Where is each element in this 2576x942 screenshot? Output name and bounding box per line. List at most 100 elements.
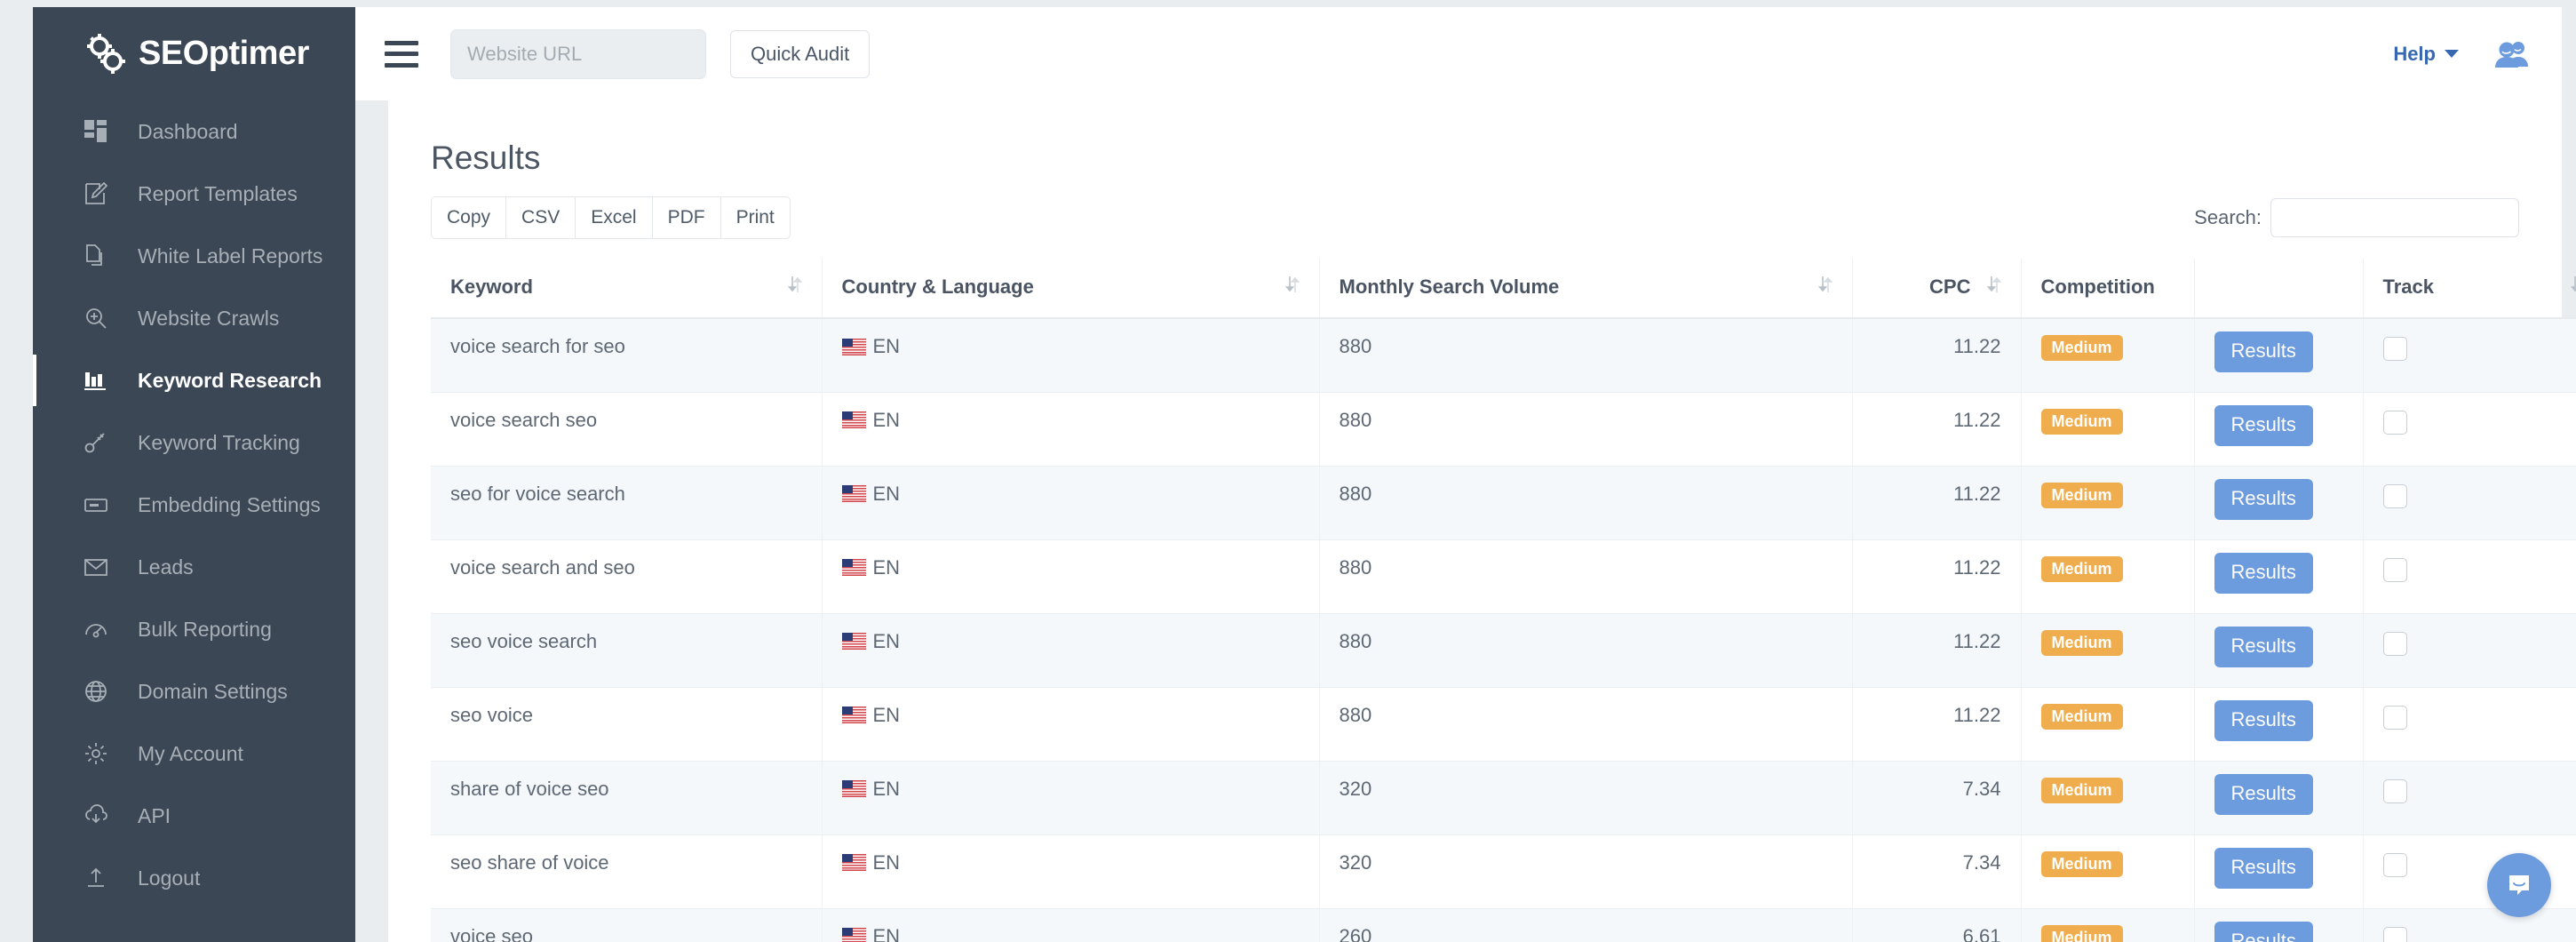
sidebar-item-leads[interactable]: Leads (33, 536, 355, 598)
sidebar-item-white-label-reports[interactable]: White Label Reports (33, 225, 355, 287)
sidebar-item-label: My Account (138, 742, 243, 766)
intercom-chat-icon[interactable] (2487, 853, 2551, 917)
cell-track (2363, 908, 2576, 942)
row-results-button[interactable]: Results (2214, 553, 2313, 594)
row-results-button[interactable]: Results (2214, 405, 2313, 446)
search-input[interactable] (2270, 198, 2519, 237)
track-checkbox[interactable] (2383, 558, 2407, 582)
table-row: seo share of voiceEN3207.34MediumResults (431, 834, 2576, 908)
status-badge: Medium (2041, 630, 2123, 656)
column-header-track[interactable]: Track (2363, 259, 2576, 318)
row-results-button[interactable]: Results (2214, 700, 2313, 741)
sidebar-item-report-templates[interactable]: Report Templates (33, 163, 355, 225)
cell-competition: Medium (2021, 908, 2194, 942)
cell-monthly-search-volume: 880 (1319, 318, 1852, 392)
brand-logo[interactable]: SEOptimer (33, 7, 355, 100)
row-results-button[interactable]: Results (2214, 848, 2313, 889)
track-checkbox[interactable] (2383, 853, 2407, 877)
quick-audit-button[interactable]: Quick Audit (730, 30, 870, 78)
sidebar-item-my-account[interactable]: My Account (33, 722, 355, 785)
sidebar-item-website-crawls[interactable]: Website Crawls (33, 287, 355, 349)
country-code: EN (873, 851, 901, 874)
excel-button[interactable]: Excel (575, 196, 651, 239)
column-header-cpc[interactable]: CPC (1852, 259, 2021, 318)
cell-cpc: 7.34 (1852, 834, 2021, 908)
row-results-button[interactable]: Results (2214, 331, 2313, 372)
seoptimer-gear-logo-icon (84, 33, 131, 76)
row-results-button[interactable]: Results (2214, 627, 2313, 667)
sidebar-item-label: Website Crawls (138, 307, 279, 331)
status-badge: Medium (2041, 409, 2123, 435)
copy-button[interactable]: Copy (431, 196, 505, 239)
cell-cpc: 11.22 (1852, 687, 2021, 761)
sidebar-item-dashboard[interactable]: Dashboard (33, 100, 355, 163)
sidebar-item-label: Keyword Research (138, 369, 322, 393)
table-row: voice search for seoEN88011.22MediumResu… (431, 318, 2576, 392)
website-url-input[interactable] (450, 29, 706, 79)
table-header: Keyword Country & Language (431, 259, 2576, 318)
cell-cpc: 11.22 (1852, 392, 2021, 466)
cell-competition: Medium (2021, 466, 2194, 539)
cell-keyword: voice search seo (431, 392, 822, 466)
status-badge: Medium (2041, 704, 2123, 730)
country-code: EN (873, 556, 901, 579)
cell-competition: Medium (2021, 539, 2194, 613)
country-code: EN (873, 630, 901, 653)
track-checkbox[interactable] (2383, 337, 2407, 361)
us-flag-icon (842, 339, 866, 355)
us-flag-icon (842, 854, 866, 871)
sidebar-item-label: Domain Settings (138, 680, 288, 704)
sidebar-item-keyword-research[interactable]: Keyword Research (33, 349, 355, 411)
hamburger-icon[interactable] (385, 41, 418, 68)
cell-country-language: EN (822, 834, 1319, 908)
cloud-download-icon (84, 802, 115, 829)
column-header-country-language[interactable]: Country & Language (822, 259, 1319, 318)
track-checkbox[interactable] (2383, 632, 2407, 656)
sidebar-item-label: White Label Reports (138, 244, 322, 268)
cell-action: Results (2194, 761, 2363, 834)
cell-keyword: voice search and seo (431, 539, 822, 613)
brand-name: SEOptimer (139, 35, 309, 73)
table-row: seo voice searchEN88011.22MediumResults (431, 613, 2576, 687)
column-header-keyword[interactable]: Keyword (431, 259, 822, 318)
column-header-monthly-search-volume[interactable]: Monthly Search Volume (1319, 259, 1852, 318)
track-checkbox[interactable] (2383, 706, 2407, 730)
page-title: Results (431, 140, 2519, 177)
cell-cpc: 11.22 (1852, 318, 2021, 392)
country-code: EN (873, 483, 901, 506)
sidebar-item-keyword-tracking[interactable]: Keyword Tracking (33, 411, 355, 474)
row-results-button[interactable]: Results (2214, 479, 2313, 520)
print-button[interactable]: Print (720, 196, 791, 239)
cell-cpc: 11.22 (1852, 539, 2021, 613)
track-checkbox[interactable] (2383, 411, 2407, 435)
track-checkbox[interactable] (2383, 484, 2407, 508)
track-checkbox[interactable] (2383, 779, 2407, 803)
help-menu-button[interactable]: Help (2393, 43, 2459, 66)
cell-cpc: 7.34 (1852, 761, 2021, 834)
csv-button[interactable]: CSV (505, 196, 575, 239)
row-results-button[interactable]: Results (2214, 774, 2313, 815)
sidebar-item-embedding-settings[interactable]: Embedding Settings (33, 474, 355, 536)
cell-action: Results (2194, 318, 2363, 392)
country-code: EN (873, 335, 901, 358)
cell-country-language: EN (822, 908, 1319, 942)
sort-icon (1285, 275, 1300, 299)
cell-cpc: 11.22 (1852, 613, 2021, 687)
sort-icon (1987, 275, 2001, 299)
cell-monthly-search-volume: 880 (1319, 613, 1852, 687)
sidebar-item-domain-settings[interactable]: Domain Settings (33, 660, 355, 722)
row-results-button[interactable]: Results (2214, 922, 2313, 942)
pdf-button[interactable]: PDF (652, 196, 720, 239)
cell-country-language: EN (822, 687, 1319, 761)
users-avatar-icon[interactable] (2494, 40, 2530, 68)
track-checkbox[interactable] (2383, 927, 2407, 942)
sidebar-item-api[interactable]: API (33, 785, 355, 847)
us-flag-icon (842, 633, 866, 650)
cell-track (2363, 539, 2576, 613)
sidebar-item-bulk-reporting[interactable]: Bulk Reporting (33, 598, 355, 660)
cell-action: Results (2194, 834, 2363, 908)
country-code: EN (873, 778, 901, 801)
sidebar-item-label: Keyword Tracking (138, 431, 300, 455)
sidebar-item-logout[interactable]: Logout (33, 847, 355, 909)
column-header-competition: Competition (2021, 259, 2194, 318)
